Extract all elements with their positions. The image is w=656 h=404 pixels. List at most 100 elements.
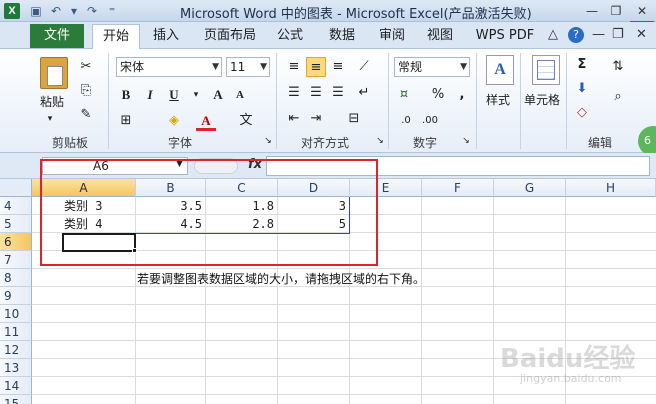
cells-button-label[interactable]: 单元格	[524, 91, 560, 108]
font-name-select[interactable]: 宋体 ▼	[116, 57, 222, 77]
excel-app-icon[interactable]: X	[4, 3, 20, 19]
row-header-7[interactable]: 7	[0, 251, 32, 269]
close-button[interactable]: ✕	[630, 0, 654, 22]
number-dialog-launcher-icon[interactable]: ↘	[456, 131, 476, 151]
format-painter-icon[interactable]: ✎	[76, 105, 96, 125]
baidu-watermark: Baidu经验	[500, 344, 636, 374]
italic-button[interactable]: I	[140, 85, 160, 105]
tab-view[interactable]: 视图	[420, 24, 460, 48]
tab-insert[interactable]: 插入	[146, 24, 186, 48]
row-header-10[interactable]: 10	[0, 305, 32, 323]
group-divider	[476, 53, 477, 149]
currency-icon[interactable]: ¤	[394, 85, 414, 105]
column-header-h[interactable]: H	[566, 179, 656, 197]
row-header-13[interactable]: 13	[0, 359, 32, 377]
group-divider	[388, 53, 389, 149]
align-left-icon[interactable]: ☰	[284, 83, 304, 103]
gridline	[32, 268, 656, 269]
orientation-icon[interactable]: ⟋	[354, 57, 374, 77]
increase-indent-icon[interactable]: ⇥	[306, 109, 326, 129]
baidu-watermark-url: jingyan.baidu.com	[520, 372, 622, 385]
row-header-12[interactable]: 12	[0, 341, 32, 359]
styles-button-label[interactable]: 样式	[486, 91, 510, 108]
border-icon[interactable]: ⊞	[116, 111, 136, 131]
column-header-f[interactable]: F	[422, 179, 494, 197]
align-center-icon[interactable]: ☰	[306, 83, 326, 103]
select-all-corner[interactable]	[0, 179, 32, 197]
underline-button[interactable]: U	[164, 85, 184, 105]
decrease-indent-icon[interactable]: ⇤	[284, 109, 304, 129]
paste-icon[interactable]	[40, 57, 68, 89]
workbook-minimize-button[interactable]: —	[592, 27, 605, 42]
sort-filter-icon[interactable]: ⇅	[608, 57, 628, 77]
help-icon[interactable]: ?	[568, 27, 584, 43]
row-header-5[interactable]: 5	[0, 215, 32, 233]
clear-icon[interactable]: ◇	[572, 103, 592, 123]
align-bottom-icon[interactable]: ≡	[328, 57, 348, 77]
increase-font-icon[interactable]: A	[208, 85, 228, 105]
group-divider	[276, 53, 277, 149]
window-title: Microsoft Word 中的图表 - Microsoft Excel(产品…	[180, 7, 532, 22]
underline-dropdown-icon[interactable]: ▾	[186, 85, 206, 105]
gridline	[32, 322, 656, 323]
decrease-decimal-icon[interactable]: .00	[420, 111, 440, 131]
tab-wps-pdf[interactable]: WPS PDF	[472, 24, 538, 48]
cells-icon[interactable]	[532, 55, 560, 85]
bold-button[interactable]: B	[116, 85, 136, 105]
minimize-ribbon-icon[interactable]: △	[548, 27, 558, 42]
tab-data[interactable]: 数据	[322, 24, 362, 48]
font-dialog-launcher-icon[interactable]: ↘	[258, 131, 278, 151]
gridline	[32, 304, 656, 305]
editing-group-label: 编辑	[587, 136, 612, 150]
tab-review[interactable]: 审阅	[372, 24, 412, 48]
comma-button[interactable]: ,	[452, 85, 472, 105]
row-header-14[interactable]: 14	[0, 377, 32, 395]
align-right-icon[interactable]: ☰	[328, 83, 348, 103]
find-select-icon[interactable]: ⌕	[608, 87, 628, 107]
customize-qat-icon[interactable]: ⁼	[104, 3, 120, 19]
row-header-6[interactable]: 6	[0, 233, 32, 251]
resize-range-note: 若要调整图表数据区域的大小，请拖拽区域的右下角。	[137, 272, 426, 286]
ribbon-home: 粘贴 ▾ ✂ ⎘ ✎ 剪贴板 宋体 ▼ 11 ▼ B I U ▾ A A ⊞ ◈ A…	[0, 49, 656, 153]
align-middle-icon[interactable]: ≡	[306, 57, 326, 77]
row-header-4[interactable]: 4	[0, 197, 32, 215]
decrease-font-icon[interactable]: A	[230, 85, 250, 105]
row-header-15[interactable]: 15	[0, 395, 32, 404]
tab-formulas[interactable]: 公式	[270, 24, 310, 48]
phonetic-icon[interactable]: 文	[236, 111, 256, 131]
group-divider	[566, 53, 567, 149]
row-header-11[interactable]: 11	[0, 323, 32, 341]
fill-color-icon[interactable]: ◈	[164, 111, 184, 131]
tab-page-layout[interactable]: 页面布局	[198, 24, 262, 48]
row-header-8[interactable]: 8	[0, 269, 32, 287]
tab-home[interactable]: 开始	[92, 24, 140, 50]
cut-icon[interactable]: ✂	[76, 57, 96, 77]
group-divider	[520, 53, 521, 149]
paste-button-label[interactable]: 粘贴	[40, 93, 64, 110]
row-header-9[interactable]: 9	[0, 287, 32, 305]
font-color-button[interactable]: A	[196, 111, 216, 131]
dropdown-icon[interactable]: ▾	[66, 3, 82, 19]
fill-icon[interactable]: ⬇	[572, 79, 592, 99]
paste-dropdown-icon[interactable]: ▾	[40, 109, 60, 129]
workbook-close-button[interactable]: ✕	[636, 27, 647, 42]
alignment-dialog-launcher-icon[interactable]: ↘	[370, 131, 390, 151]
minimize-button[interactable]: —	[580, 0, 604, 22]
number-format-select[interactable]: 常规 ▼	[394, 57, 470, 77]
tab-file[interactable]: 文件	[30, 24, 84, 48]
workbook-restore-button[interactable]: ❐	[612, 27, 624, 42]
save-icon[interactable]: ▣	[28, 3, 44, 19]
column-header-g[interactable]: G	[494, 179, 566, 197]
merge-center-icon[interactable]: ⊟	[344, 109, 364, 129]
percent-button[interactable]: %	[428, 85, 448, 105]
increase-decimal-icon[interactable]: .0	[396, 111, 416, 131]
undo-icon[interactable]: ↶	[48, 3, 64, 19]
wrap-text-icon[interactable]: ↵	[354, 83, 374, 103]
autosum-button[interactable]: Σ	[572, 55, 592, 75]
copy-icon[interactable]: ⎘	[76, 81, 96, 101]
styles-icon[interactable]: A	[486, 55, 514, 85]
restore-button[interactable]: ❐	[604, 0, 628, 22]
font-size-select[interactable]: 11 ▼	[226, 57, 270, 77]
align-top-icon[interactable]: ≡	[284, 57, 304, 77]
redo-icon[interactable]: ↷	[84, 3, 100, 19]
